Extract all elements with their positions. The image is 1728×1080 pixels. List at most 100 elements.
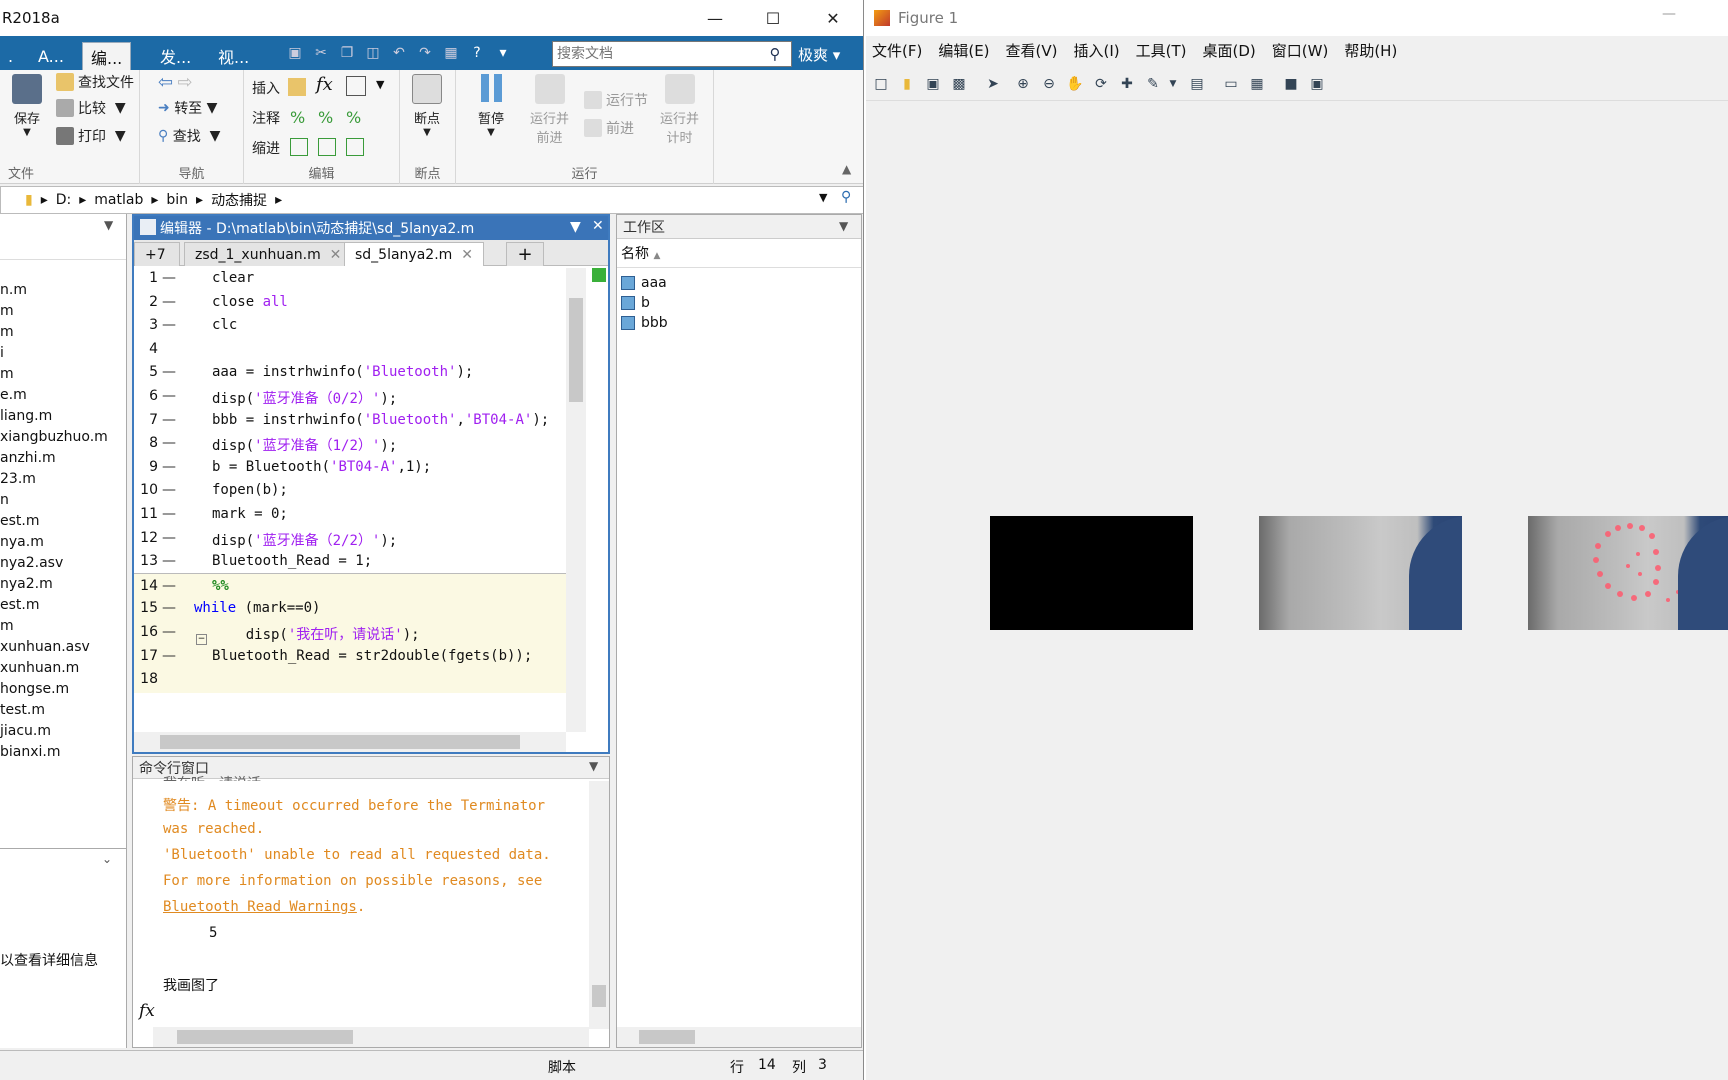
- increase-indent-icon[interactable]: [346, 138, 364, 156]
- breakpoint-marker[interactable]: —: [162, 388, 176, 404]
- file-list-item[interactable]: nya2.m: [0, 576, 53, 592]
- path-segment[interactable]: 动态捕捉: [211, 190, 267, 210]
- file-list-item[interactable]: m: [0, 618, 14, 634]
- file-list-item[interactable]: m: [0, 366, 14, 382]
- breakpoints-button[interactable]: 断点 ▼: [412, 74, 442, 138]
- code-line[interactable]: 12— disp('蓝牙准备（2/2）');: [134, 526, 566, 552]
- file-list-item[interactable]: xiangbuzhuo.m: [0, 429, 108, 445]
- tab-publish[interactable]: 发...: [152, 42, 199, 70]
- comment-button[interactable]: 注释: [252, 108, 280, 128]
- code-line[interactable]: 11— mark = 0;: [134, 502, 566, 528]
- search-input[interactable]: [553, 43, 763, 65]
- insert-button[interactable]: 插入: [252, 78, 280, 98]
- indent-button[interactable]: 缩进: [252, 138, 280, 158]
- breakpoint-marker[interactable]: —: [162, 412, 176, 428]
- file-list-item[interactable]: i: [0, 345, 4, 361]
- close-tab-icon[interactable]: ✕: [461, 247, 473, 263]
- menu-desktop[interactable]: 桌面(D): [1203, 40, 1256, 64]
- collapse-ribbon-icon[interactable]: ▲: [842, 162, 851, 176]
- data-cursor-icon[interactable]: ✚: [1116, 74, 1138, 94]
- file-list-item[interactable]: est.m: [0, 597, 39, 613]
- brush-icon[interactable]: ✎: [1142, 74, 1164, 94]
- panel-menu-icon[interactable]: ▼: [104, 218, 113, 232]
- help-icon[interactable]: ?: [466, 42, 488, 64]
- redo-icon[interactable]: ↷: [414, 42, 436, 64]
- code-line[interactable]: 4: [134, 337, 566, 363]
- code-line[interactable]: 7— bbb = instrhwinfo('Bluetooth','BT04-A'…: [134, 408, 566, 434]
- tab-home-partial[interactable]: .: [0, 42, 21, 70]
- breakpoint-marker[interactable]: —: [162, 364, 176, 380]
- undo-icon[interactable]: ↶: [388, 42, 410, 64]
- file-list-item[interactable]: n.m: [0, 282, 27, 298]
- breakpoint-marker[interactable]: —: [162, 553, 176, 569]
- chevron-down-icon[interactable]: ▼: [570, 219, 581, 235]
- back-button[interactable]: ⇦ ⇨: [158, 72, 193, 93]
- breakpoint-marker[interactable]: —: [162, 530, 176, 546]
- zoom-in-icon[interactable]: ⊕: [1012, 74, 1034, 94]
- file-list-item[interactable]: m: [0, 324, 14, 340]
- rotate-icon[interactable]: ⟳: [1090, 74, 1112, 94]
- workspace-var[interactable]: b: [621, 295, 650, 311]
- maximize-button[interactable]: ☐: [744, 0, 802, 36]
- cmd-hscroll[interactable]: [153, 1027, 589, 1047]
- pause-button[interactable]: 暂停 ▼: [476, 74, 506, 138]
- menu-file[interactable]: 文件(F): [872, 40, 922, 64]
- code-line[interactable]: 14—%%: [134, 572, 566, 599]
- chevron-down-icon[interactable]: ▼: [819, 191, 827, 204]
- code-line[interactable]: 6— disp('蓝牙准备（0/2）');: [134, 384, 566, 410]
- breakpoint-marker[interactable]: —: [162, 506, 176, 522]
- code-line[interactable]: 13— Bluetooth_Read = 1;: [134, 549, 566, 575]
- path-segment[interactable]: D:: [56, 192, 72, 208]
- file-list-item[interactable]: xunhuan.asv: [0, 639, 90, 655]
- file-list-item[interactable]: nya.m: [0, 534, 44, 550]
- print-icon[interactable]: ▩: [948, 74, 970, 94]
- browse-icon[interactable]: ⚲: [841, 189, 851, 205]
- insert-chart-icon[interactable]: [346, 76, 366, 96]
- menu-edit[interactable]: 编辑(E): [938, 40, 989, 64]
- scroll-thumb[interactable]: [160, 735, 520, 749]
- insert-section-icon[interactable]: [288, 78, 306, 96]
- menu-view[interactable]: 查看(V): [1006, 40, 1058, 64]
- cut-icon[interactable]: ✂: [310, 42, 332, 64]
- code-line[interactable]: 8— disp('蓝牙准备（1/2）');: [134, 431, 566, 457]
- scroll-thumb[interactable]: [569, 298, 583, 402]
- breakpoint-marker[interactable]: —: [162, 459, 176, 475]
- run-and-advance-button[interactable]: 运行并 前进: [530, 74, 569, 146]
- breakpoint-marker[interactable]: —: [162, 600, 176, 616]
- menu-tools[interactable]: 工具(T): [1136, 40, 1187, 64]
- smart-indent-icon[interactable]: [290, 138, 308, 156]
- menu-insert[interactable]: 插入(I): [1074, 40, 1120, 64]
- file-list-item[interactable]: 23.m: [0, 471, 36, 487]
- menu-help[interactable]: 帮助(H): [1344, 40, 1397, 64]
- file-list-item[interactable]: hongse.m: [0, 681, 69, 697]
- fold-toggle-icon[interactable]: −: [196, 634, 207, 645]
- chevron-down-icon[interactable]: ▼: [1162, 74, 1184, 94]
- new-figure-icon[interactable]: □: [870, 74, 892, 94]
- file-list-item[interactable]: nya2.asv: [0, 555, 63, 571]
- scroll-thumb[interactable]: [639, 1030, 695, 1044]
- copy-icon[interactable]: ❐: [336, 42, 358, 64]
- workspace-var[interactable]: bbb: [621, 315, 668, 331]
- code-line[interactable]: 15— while (mark==0): [134, 596, 566, 623]
- wrap-comment-icon[interactable]: %: [346, 108, 361, 127]
- pan-icon[interactable]: ✋: [1064, 74, 1086, 94]
- save-icon[interactable]: ▣: [284, 42, 306, 64]
- menu-window[interactable]: 窗口(W): [1272, 40, 1329, 64]
- file-list-item[interactable]: n: [0, 492, 9, 508]
- bluetooth-read-warnings-link[interactable]: Bluetooth Read Warnings: [163, 899, 357, 915]
- code-line[interactable]: 1— clear: [134, 266, 566, 292]
- code-line[interactable]: 3— clc: [134, 313, 566, 339]
- file-list-item[interactable]: bianxi.m: [0, 744, 61, 760]
- code-line[interactable]: 17— Bluetooth_Read = str2double(fgets(b))…: [134, 643, 566, 670]
- breakpoint-marker[interactable]: —: [162, 482, 176, 498]
- workspace-var[interactable]: aaa: [621, 275, 667, 291]
- tab-sd-5lanya2[interactable]: sd_5lanya2.m ✕: [344, 242, 484, 266]
- search-icon[interactable]: ⚲: [763, 45, 787, 63]
- advance-button[interactable]: 前进: [584, 118, 634, 138]
- code-analyzer-indicator[interactable]: [592, 268, 606, 282]
- panel-menu-icon[interactable]: ▼: [839, 219, 848, 233]
- show-plot-tools-icon[interactable]: ▣: [1306, 74, 1328, 94]
- legend-icon[interactable]: ▦: [1246, 74, 1268, 94]
- print-button[interactable]: 打印 ▼: [56, 126, 126, 146]
- file-list-item[interactable]: e.m: [0, 387, 27, 403]
